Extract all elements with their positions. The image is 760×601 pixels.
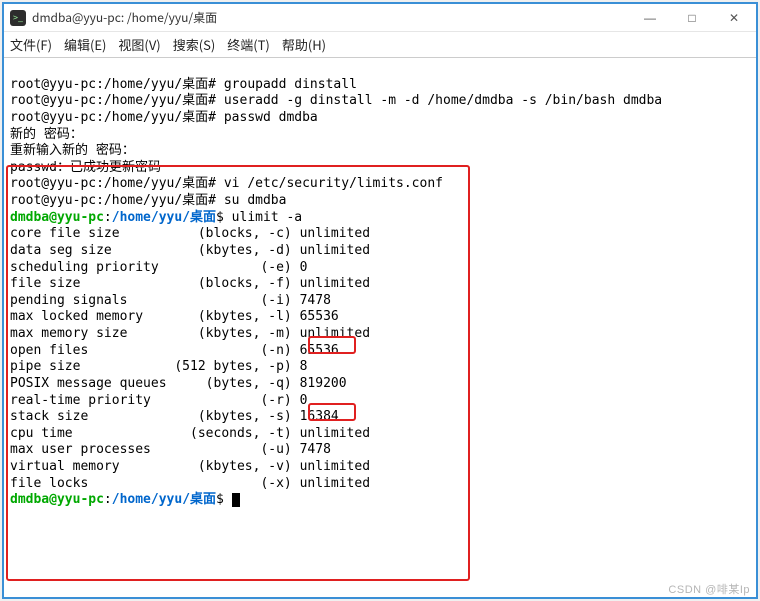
window-title: dmdba@yyu-pc: /home/yyu/桌面 xyxy=(32,9,634,26)
menu-search[interactable]: 搜索(S) xyxy=(173,35,216,54)
terminal-line: virtual memory (kbytes, -v) unlimited xyxy=(10,459,370,474)
prompt-path: /home/yyu/桌面 xyxy=(112,210,216,225)
menu-edit[interactable]: 编辑(E) xyxy=(64,35,106,54)
terminal-icon: >_ xyxy=(10,10,26,26)
terminal-line: real-time priority (-r) 0 xyxy=(10,393,307,408)
terminal-line: max locked memory (kbytes, -l) 65536 xyxy=(10,309,339,324)
terminal-line: passwd：已成功更新密码 xyxy=(10,160,161,175)
terminal-line: max user processes (-u) 7478 xyxy=(10,442,331,457)
terminal-line: scheduling priority (-e) 0 xyxy=(10,260,307,275)
terminal-line: POSIX message queues (bytes, -q) 819200 xyxy=(10,376,347,391)
terminal-line: pipe size (512 bytes, -p) 8 xyxy=(10,359,307,374)
terminal-line: open files (-n) 65536 xyxy=(10,343,339,358)
menu-view[interactable]: 视图(V) xyxy=(118,35,160,54)
titlebar[interactable]: >_ dmdba@yyu-pc: /home/yyu/桌面 — □ ✕ xyxy=(4,4,756,32)
menubar: 文件(F) 编辑(E) 视图(V) 搜索(S) 终端(T) 帮助(H) xyxy=(4,32,756,58)
prompt-user: dmdba@yyu-pc xyxy=(10,492,104,507)
menu-file[interactable]: 文件(F) xyxy=(10,35,52,54)
terminal-line: root@yyu-pc:/home/yyu/桌面# passwd dmdba xyxy=(10,110,318,125)
terminal-line: core file size (blocks, -c) unlimited xyxy=(10,226,370,241)
terminal-line: stack size (kbytes, -s) 16384 xyxy=(10,409,339,424)
terminal-line: root@yyu-pc:/home/yyu/桌面# vi /etc/securi… xyxy=(10,176,443,191)
terminal-line: root@yyu-pc:/home/yyu/桌面# useradd -g din… xyxy=(10,93,662,108)
minimize-button[interactable]: — xyxy=(634,7,666,29)
menu-help[interactable]: 帮助(H) xyxy=(282,35,326,54)
terminal-line: max memory size (kbytes, -m) unlimited xyxy=(10,326,370,341)
terminal-line: root@yyu-pc:/home/yyu/桌面# su dmdba xyxy=(10,193,286,208)
terminal-body[interactable]: root@yyu-pc:/home/yyu/桌面# groupadd dinst… xyxy=(4,58,756,597)
terminal-line: file size (blocks, -f) unlimited xyxy=(10,276,370,291)
menu-terminal[interactable]: 终端(T) xyxy=(227,35,270,54)
cursor xyxy=(232,493,240,507)
terminal-line: root@yyu-pc:/home/yyu/桌面# groupadd dinst… xyxy=(10,77,357,92)
terminal-line: cpu time (seconds, -t) unlimited xyxy=(10,426,370,441)
close-button[interactable]: ✕ xyxy=(718,7,750,29)
terminal-line: dmdba@yyu-pc:/home/yyu/桌面$ xyxy=(10,492,240,507)
maximize-button[interactable]: □ xyxy=(676,7,708,29)
terminal-window: >_ dmdba@yyu-pc: /home/yyu/桌面 — □ ✕ 文件(F… xyxy=(2,2,758,599)
prompt-cmd: $ xyxy=(216,492,232,507)
terminal-line: 重新输入新的 密码： xyxy=(10,143,135,158)
prompt-user: dmdba@yyu-pc xyxy=(10,210,104,225)
terminal-line: dmdba@yyu-pc:/home/yyu/桌面$ ulimit -a xyxy=(10,210,302,225)
prompt-path: /home/yyu/桌面 xyxy=(112,492,216,507)
terminal-line: 新的 密码： xyxy=(10,127,83,142)
terminal-line: pending signals (-i) 7478 xyxy=(10,293,331,308)
watermark: CSDN @啡某Ip xyxy=(668,581,750,597)
prompt-cmd: $ ulimit -a xyxy=(216,210,302,225)
terminal-line: data seg size (kbytes, -d) unlimited xyxy=(10,243,370,258)
terminal-line: file locks (-x) unlimited xyxy=(10,476,370,491)
